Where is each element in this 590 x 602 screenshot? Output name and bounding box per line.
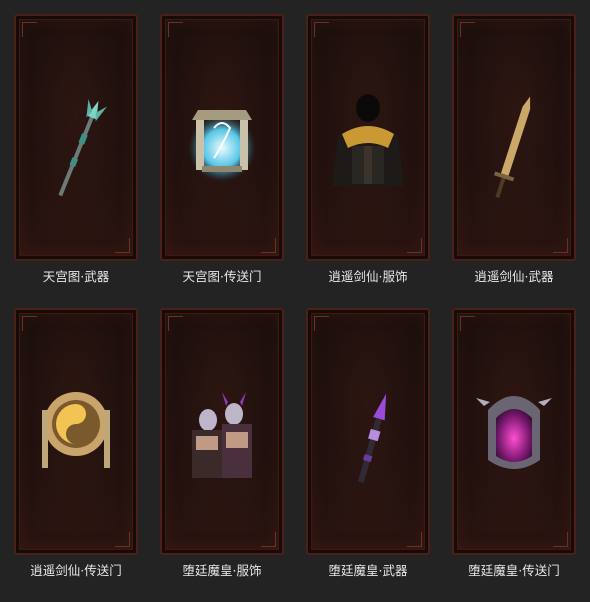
item-caption: 堕廷魔皇·传送门	[468, 563, 560, 578]
sword-icon	[493, 96, 531, 198]
item-card[interactable]	[306, 308, 430, 555]
spear-icon	[58, 98, 108, 197]
item-caption: 天宫图·武器	[42, 269, 110, 284]
cosmetics-grid: 天宫图·武器 天宫图·传送门 逍遥剑仙·服饰 逍遥剑仙·武器 逍遥剑仙·传送门 …	[0, 0, 590, 602]
item-caption: 逍遥剑仙·服饰	[328, 269, 408, 284]
item-card[interactable]	[160, 14, 284, 261]
item-card[interactable]	[452, 14, 576, 261]
item-card[interactable]	[160, 308, 284, 555]
item-caption: 逍遥剑仙·传送门	[30, 563, 122, 578]
item-caption: 逍遥剑仙·武器	[474, 269, 554, 284]
item-card[interactable]	[306, 14, 430, 261]
item-caption: 堕廷魔皇·武器	[328, 563, 408, 578]
item-caption: 天宫图·传送门	[182, 269, 262, 284]
demon-spear-icon	[357, 393, 387, 483]
taiji-portal-icon	[42, 392, 110, 468]
hooded-robe-icon	[332, 94, 404, 186]
item-caption: 堕廷魔皇·服饰	[182, 563, 262, 578]
item-card[interactable]	[14, 308, 138, 555]
demon-portal-icon	[476, 396, 552, 469]
item-card[interactable]	[452, 308, 576, 555]
item-card[interactable]	[14, 14, 138, 261]
demon-outfit-icon	[192, 392, 252, 478]
portal-gate-icon	[188, 110, 256, 182]
